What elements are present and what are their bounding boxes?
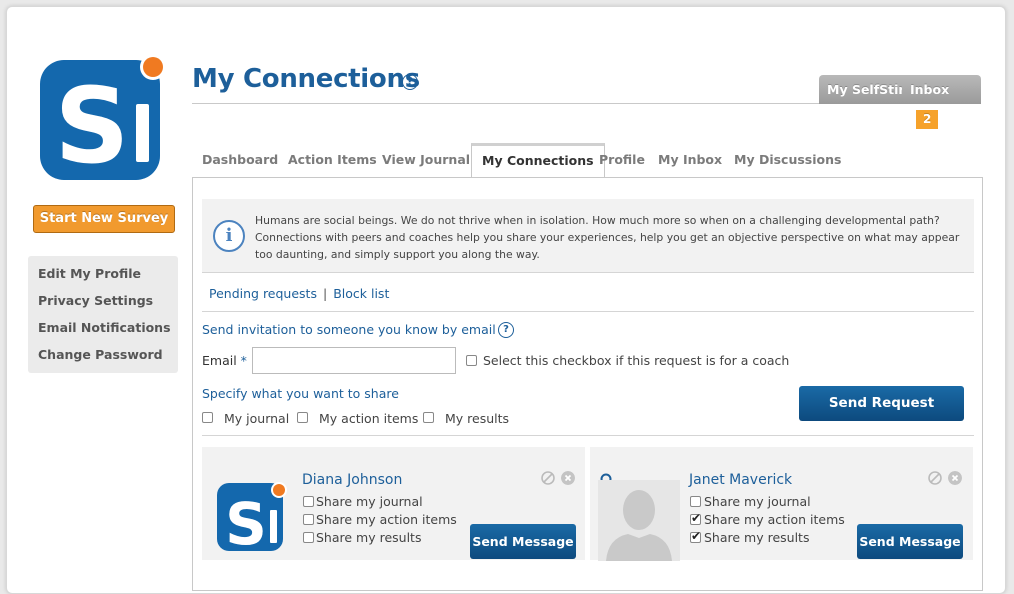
share-action-items-label: Share my action items <box>704 512 845 527</box>
page-title: My Connections <box>192 64 420 94</box>
share-journal-label: Share my journal <box>316 494 423 509</box>
send-message-button[interactable]: Send Message <box>857 524 963 559</box>
tab-my-discussions[interactable]: My Discussions <box>734 152 841 167</box>
info-text: Humans are social beings. We do not thri… <box>255 214 960 261</box>
coach-checkbox[interactable] <box>466 355 477 366</box>
share-journal-checkbox[interactable] <box>303 496 314 507</box>
send-request-button[interactable]: Send Request <box>799 386 964 421</box>
info-box: i Humans are social beings. We do not th… <box>202 199 974 273</box>
block-icon[interactable] <box>541 471 555 485</box>
close-icon[interactable] <box>561 471 575 485</box>
avatar: S <box>217 482 287 553</box>
request-links: Pending requests | Block list <box>209 286 389 301</box>
share-results-label: Share my results <box>316 530 422 545</box>
block-icon[interactable] <box>928 471 942 485</box>
share-journal-checkbox[interactable] <box>690 496 701 507</box>
email-field[interactable] <box>252 347 456 374</box>
connection-name[interactable]: Diana Johnson <box>302 472 402 488</box>
close-icon[interactable] <box>948 471 962 485</box>
sidebar-menu: Edit My Profile Privacy Settings Email N… <box>28 256 178 373</box>
connections-panel: i Humans are social beings. We do not th… <box>192 177 983 591</box>
connection-card: Janet Maverick Share my journal Share my… <box>590 447 973 561</box>
svg-text:S: S <box>225 490 267 553</box>
required-mark: * <box>240 353 247 368</box>
share-action-items-label: Share my action items <box>316 512 457 527</box>
coach-checkbox-label: Select this checkbox if this request is … <box>483 353 790 368</box>
tab-inbox[interactable]: Inbox 2 <box>902 75 981 129</box>
start-new-survey-button[interactable]: Start New Survey <box>33 205 175 233</box>
invite-help-icon[interactable]: ? <box>498 322 514 338</box>
tab-inbox-label: Inbox <box>910 82 950 97</box>
email-label-text: Email <box>202 353 237 368</box>
divider <box>202 311 974 312</box>
tab-profile[interactable]: Profile <box>599 152 645 167</box>
share-action-items-checkbox[interactable] <box>690 511 701 525</box>
info-icon: i <box>213 220 245 252</box>
selfstir-logo[interactable]: S <box>40 54 166 180</box>
sidebar-item-change-password[interactable]: Change Password <box>28 344 178 371</box>
tab-my-selfstir-label: My SelfStir <box>827 82 905 97</box>
svg-text:S: S <box>55 65 130 180</box>
share-results-label: Share my results <box>704 530 810 545</box>
help-icon[interactable]: ? <box>402 74 418 90</box>
send-message-button[interactable]: Send Message <box>470 524 576 559</box>
tab-my-inbox[interactable]: My Inbox <box>658 152 722 167</box>
block-list-link[interactable]: Block list <box>333 286 389 301</box>
avatar <box>598 480 680 561</box>
share-results-label: My results <box>445 411 510 426</box>
connection-card: S Diana Johnson Share my journal Share m… <box>202 447 585 560</box>
share-journal-checkbox[interactable] <box>202 412 213 423</box>
sidebar-item-privacy-settings[interactable]: Privacy Settings <box>28 290 178 317</box>
share-action-items-label: My action items <box>319 411 419 426</box>
inbox-count-badge: 2 <box>916 110 939 129</box>
email-label: Email * <box>202 353 247 368</box>
share-journal-label: My journal <box>224 411 290 426</box>
share-results-checkbox[interactable] <box>423 412 434 423</box>
share-journal-label: Share my journal <box>704 494 811 509</box>
link-separator: | <box>322 286 328 301</box>
invite-heading: Send invitation to someone you know by e… <box>202 322 496 337</box>
connection-name[interactable]: Janet Maverick <box>689 472 792 488</box>
divider <box>202 435 974 436</box>
pending-requests-link[interactable]: Pending requests <box>209 286 317 301</box>
sidebar-item-edit-profile[interactable]: Edit My Profile <box>28 263 178 290</box>
tab-dashboard[interactable]: Dashboard <box>202 152 278 167</box>
tab-my-selfstir[interactable]: My SelfStir <box>819 75 913 104</box>
share-heading: Specify what you want to share <box>202 386 399 401</box>
share-results-checkbox[interactable] <box>690 529 701 543</box>
share-action-items-checkbox[interactable] <box>303 514 314 525</box>
share-results-checkbox[interactable] <box>303 532 314 543</box>
sidebar-item-email-notifications[interactable]: Email Notifications <box>28 317 178 344</box>
share-action-items-checkbox[interactable] <box>297 412 308 423</box>
tab-action-items[interactable]: Action Items <box>288 152 377 167</box>
tab-my-connections[interactable]: My Connections <box>471 143 605 178</box>
tab-view-journal[interactable]: View Journal <box>382 152 470 167</box>
